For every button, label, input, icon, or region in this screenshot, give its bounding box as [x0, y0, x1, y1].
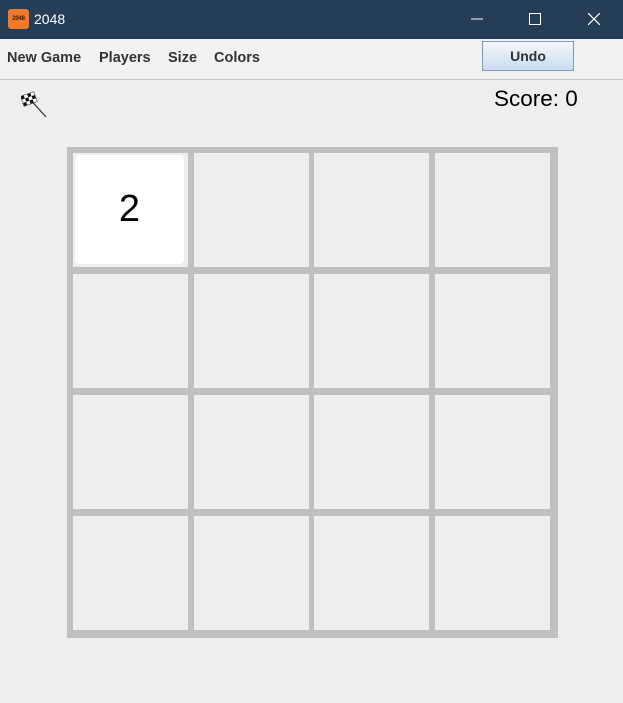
- board-cell: [73, 395, 188, 509]
- menu-new-game[interactable]: New Game: [7, 50, 81, 66]
- board-cell: [435, 274, 550, 388]
- menu-bar: New Game Players Size Colors Undo: [0, 39, 623, 80]
- board-cell: [435, 153, 550, 267]
- score-label: Score: 0: [494, 86, 578, 111]
- menu-players[interactable]: Players: [99, 50, 151, 66]
- close-button[interactable]: [565, 0, 623, 39]
- maximize-icon: [529, 13, 541, 25]
- close-icon: [588, 13, 600, 25]
- maximize-button[interactable]: [506, 0, 564, 39]
- undo-button[interactable]: Undo: [482, 41, 574, 71]
- menu-colors[interactable]: Colors: [214, 50, 260, 66]
- board-cell: [314, 516, 429, 630]
- board-cell: [194, 516, 309, 630]
- minimize-button[interactable]: [448, 0, 506, 39]
- board-cell: [194, 395, 309, 509]
- checkered-flag-icon: [20, 91, 48, 118]
- menu-size[interactable]: Size: [168, 50, 197, 66]
- app-icon: 2048: [8, 9, 29, 29]
- board-cell: [314, 395, 429, 509]
- board-cell: [73, 516, 188, 630]
- board-cell: [314, 274, 429, 388]
- board-cell: [435, 516, 550, 630]
- tile-2: 2: [75, 155, 184, 264]
- minimize-icon: [471, 18, 483, 20]
- board-cell: [435, 395, 550, 509]
- board-cell: [314, 153, 429, 267]
- board-cell: [194, 153, 309, 267]
- board-cell: [73, 274, 188, 388]
- title-bar: 2048 2048: [0, 0, 623, 39]
- board-cell: [194, 274, 309, 388]
- window-title: 2048: [34, 11, 66, 27]
